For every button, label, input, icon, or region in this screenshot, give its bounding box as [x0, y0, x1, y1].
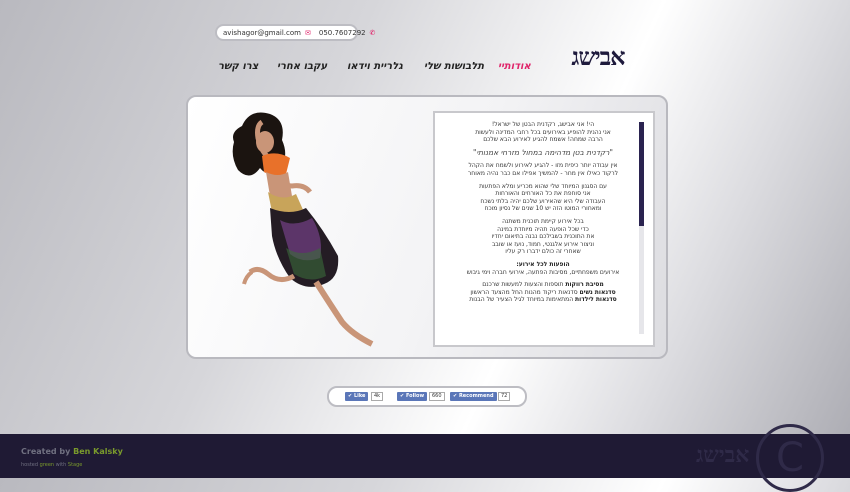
- text-scrollbar[interactable]: [639, 122, 644, 334]
- like-count: 4k: [371, 392, 384, 401]
- nav-item-about[interactable]: אודותיי: [498, 61, 531, 75]
- about-text: הי! אני אבישג, רקדנית הבטן של ישראל! אני…: [433, 111, 655, 347]
- credit-prefix: Created by: [21, 447, 74, 456]
- like-button[interactable]: ✔ Like: [345, 392, 369, 401]
- site-logo[interactable]: אבישג: [553, 42, 643, 74]
- host-with: with: [54, 462, 68, 468]
- contact-phone: 050.7607292: [318, 28, 366, 37]
- footer-logo: אבישג: [696, 442, 750, 468]
- about-line: אני סוחפת את כל האורחים והאורחות: [495, 190, 591, 198]
- credit-author-link[interactable]: Ben Kalsky: [73, 447, 123, 456]
- about-line: ומאחורי המוטו הזה יש 10 שנים של נסיון מו…: [484, 205, 602, 213]
- footer: Created by Ben Kalsky hosted green with …: [0, 424, 850, 492]
- envelope-icon[interactable]: ✉: [305, 29, 311, 37]
- about-line: שאחרי זה כולם ידברו רק עליו: [505, 248, 581, 256]
- nav-item-video-gallery[interactable]: גלריית וידאו: [347, 61, 403, 75]
- dancer-image: [232, 112, 374, 347]
- recommend-button[interactable]: ✔ Recommend: [450, 392, 497, 401]
- about-quote: "רקדנית בטן מדהימה במחול מזרחי אמנותי": [473, 147, 613, 157]
- follow-button[interactable]: ✔ Follow: [397, 392, 428, 401]
- nav-item-contact[interactable]: צרו קשר: [218, 61, 258, 75]
- about-line: את התוכנית בשבילכם נבנה בתיאום יחדיו: [491, 233, 595, 241]
- follow-count: 660: [429, 392, 445, 401]
- nav-item-follow[interactable]: עקבו אחרי: [277, 61, 327, 75]
- host-green-link[interactable]: green: [40, 462, 54, 468]
- contact-email[interactable]: avishagor@gmail.com: [223, 29, 301, 37]
- about-line: אירועים משפחתיים, מסיבות הפתעה, אירועי ח…: [466, 268, 620, 276]
- recommend-count: 72: [498, 392, 511, 401]
- copyright-icon: C: [756, 424, 824, 492]
- about-line: בכל אירוע קיימת תוכנית משתנה: [502, 217, 584, 225]
- nav-item-costumes[interactable]: תלבושות שלי: [424, 61, 484, 75]
- service-title: סדנאות לילדות: [575, 296, 617, 304]
- like-label: Like: [353, 393, 366, 399]
- about-line: העבודה שלי היא שהאירוע שלכם יהיה בלתי נש…: [480, 197, 606, 205]
- host-prefix: hosted: [21, 462, 40, 468]
- phone-icon: ✆: [369, 28, 376, 37]
- events-title: הופעות לכל אירוע:: [516, 260, 570, 268]
- about-line: הרבה שמחה! אשמח להגיע לאירוע הבא שלכם: [483, 136, 603, 144]
- about-line: אני נהנית להופיע באירועים בכל רחבי המדינ…: [475, 128, 611, 136]
- service-title: מסיבת רווקות: [565, 281, 604, 289]
- host-stage-link[interactable]: Stage: [68, 462, 82, 468]
- about-line: כדי שכל הופעה תהיה מיוחדת במינה: [497, 225, 589, 233]
- scrollbar-thumb[interactable]: [639, 122, 644, 226]
- recommend-label: Recommend: [458, 393, 494, 399]
- about-line: הי! אני אבישג, רקדנית הבטן של ישראל!: [491, 121, 595, 128]
- service-desc: סדנאות ריקוד מהנות החל מהצעד הראשון: [470, 288, 580, 296]
- about-line: לרקוד כאילו אין מחר - להמשיך אפילו אם כב…: [467, 169, 619, 177]
- about-line: וניצור אירוע אלגנטי, חמוד, נועז או שובב: [491, 240, 595, 248]
- service-title: סדנאות נשים: [579, 288, 616, 296]
- footer-credit: Created by Ben Kalsky: [21, 447, 123, 456]
- follow-label: Follow: [405, 393, 425, 399]
- service-desc: המתאימות במיוחד לגיל הצעיר של הבנות: [469, 296, 576, 304]
- service-desc: תוספות והצעות למעשות שרכנם: [482, 281, 566, 289]
- about-line: אין עבודה יותר כיפית מזו - להגיע לאירוע …: [468, 162, 618, 170]
- footer-hosting: hosted green with Stage: [21, 462, 82, 468]
- contact-bar: avishagor@gmail.com ✉ 050.7607292 ✆: [215, 24, 376, 41]
- about-line: עם הסגנון המיוחד שלי שהוא מכריע ומלא הפת…: [479, 182, 607, 190]
